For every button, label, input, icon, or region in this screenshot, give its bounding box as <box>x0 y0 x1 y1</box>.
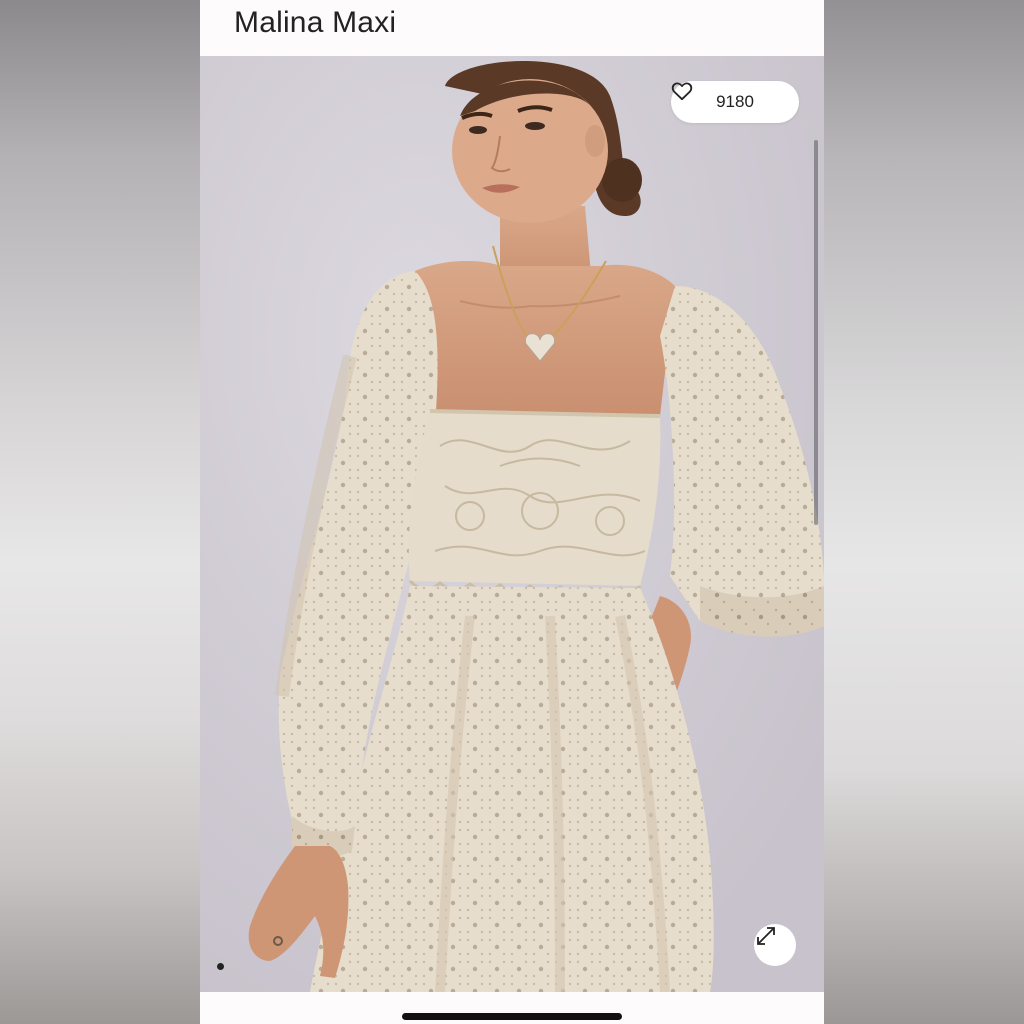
expand-arrows-icon <box>757 927 775 945</box>
vertical-scrollbar[interactable] <box>814 140 818 525</box>
home-indicator[interactable] <box>402 1013 622 1020</box>
phone-screen: Malina Maxi 9180 <box>200 0 824 1024</box>
expand-image-button[interactable] <box>754 924 796 966</box>
model-illustration <box>200 56 824 992</box>
heart-outline-icon <box>671 82 693 101</box>
favorite-button[interactable]: 9180 <box>671 81 799 123</box>
product-photo[interactable]: 9180 <box>200 56 824 992</box>
background-blur-right <box>824 0 1024 1024</box>
bottom-bar <box>200 992 824 1024</box>
favorite-count: 9180 <box>716 92 754 111</box>
product-title: Malina Maxi <box>234 6 397 39</box>
background-blur-left <box>0 0 200 1024</box>
product-header: Malina Maxi <box>200 0 824 56</box>
gallery-indicator-dot[interactable] <box>217 963 224 970</box>
